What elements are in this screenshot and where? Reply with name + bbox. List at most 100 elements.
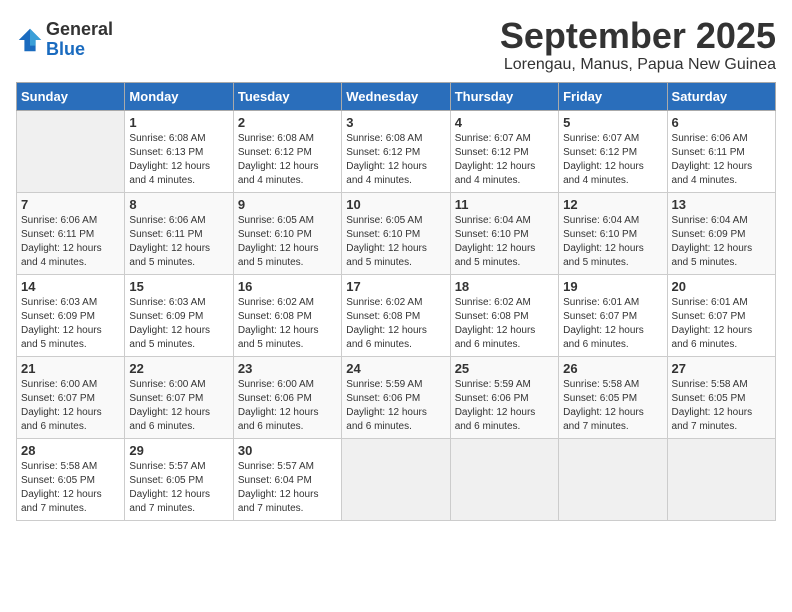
title-block: September 2025 Lorengau, Manus, Papua Ne… [500, 16, 776, 74]
day-number: 1 [129, 115, 228, 130]
calendar-cell [559, 438, 667, 520]
day-info: Sunrise: 6:02 AMSunset: 6:08 PMDaylight:… [238, 296, 337, 352]
calendar-cell: 29 Sunrise: 5:57 AMSunset: 6:05 PMDayligh… [125, 438, 233, 520]
day-number: 11 [455, 197, 554, 212]
calendar-cell: 13Sunrise: 6:04 AMSunset: 6:09 PMDayligh… [667, 192, 775, 274]
day-info: Sunrise: 6:06 AMSunset: 6:11 PMDaylight:… [129, 214, 228, 270]
day-info: Sunrise: 5:59 AMSunset: 6:06 PMDaylight:… [455, 378, 554, 434]
day-number: 6 [672, 115, 771, 130]
calendar-cell: 12 Sunrise: 6:04 AMSunset: 6:10 PMDayligh… [559, 192, 667, 274]
day-number: 4 [455, 115, 554, 130]
calendar-cell: 28Sunrise: 5:58 AMSunset: 6:05 PMDayligh… [17, 438, 125, 520]
day-number: 3 [346, 115, 445, 130]
calendar-cell: 21 Sunrise: 6:00 AMSunset: 6:07 PMDayligh… [17, 356, 125, 438]
calendar-cell: 7 Sunrise: 6:06 AMSunset: 6:11 PMDaylight… [17, 192, 125, 274]
calendar-cell: 19Sunrise: 6:01 AMSunset: 6:07 PMDayligh… [559, 274, 667, 356]
day-number: 30 [238, 443, 337, 458]
logo-general-text: General [46, 20, 113, 40]
day-info: Sunrise: 6:03 AMSunset: 6:09 PMDaylight:… [129, 296, 228, 352]
day-number: 17 [346, 279, 445, 294]
calendar-cell: 1 Sunrise: 6:08 AMSunset: 6:13 PMDaylight… [125, 110, 233, 192]
day-number: 16 [238, 279, 337, 294]
calendar-cell: 23 Sunrise: 6:00 AMSunset: 6:06 PMDayligh… [233, 356, 341, 438]
month-title: September 2025 [500, 16, 776, 56]
day-info: Sunrise: 6:02 AMSunset: 6:08 PMDaylight:… [455, 296, 554, 352]
day-number: 10 [346, 197, 445, 212]
calendar-cell: 14 Sunrise: 6:03 AMSunset: 6:09 PMDayligh… [17, 274, 125, 356]
day-info: Sunrise: 6:04 AMSunset: 6:09 PMDaylight:… [672, 214, 771, 270]
day-number: 21 [21, 361, 120, 376]
header-monday: Monday [125, 82, 233, 110]
calendar-cell: 4 Sunrise: 6:07 AMSunset: 6:12 PMDaylight… [450, 110, 558, 192]
day-number: 24 [346, 361, 445, 376]
day-info: Sunrise: 6:01 AMSunset: 6:07 PMDaylight:… [672, 296, 771, 352]
day-info: Sunrise: 6:06 AMSunset: 6:11 PMDaylight:… [21, 214, 120, 270]
day-number: 27 [672, 361, 771, 376]
day-number: 19 [563, 279, 662, 294]
calendar-cell: 16 Sunrise: 6:02 AMSunset: 6:08 PMDayligh… [233, 274, 341, 356]
calendar-header-row: SundayMondayTuesdayWednesdayThursdayFrid… [17, 82, 776, 110]
calendar-cell: 18 Sunrise: 6:02 AMSunset: 6:08 PMDayligh… [450, 274, 558, 356]
calendar-cell [450, 438, 558, 520]
logo: General Blue [16, 20, 113, 60]
day-info: Sunrise: 6:08 AMSunset: 6:13 PMDaylight:… [129, 132, 228, 188]
day-info: Sunrise: 6:00 AMSunset: 6:06 PMDaylight:… [238, 378, 337, 434]
calendar-cell: 10 Sunrise: 6:05 AMSunset: 6:10 PMDayligh… [342, 192, 450, 274]
calendar-cell: 22 Sunrise: 6:00 AMSunset: 6:07 PMDayligh… [125, 356, 233, 438]
header-sunday: Sunday [17, 82, 125, 110]
calendar-cell: 27 Sunrise: 5:58 AMSunset: 6:05 PMDayligh… [667, 356, 775, 438]
calendar-cell [342, 438, 450, 520]
day-info: Sunrise: 6:00 AMSunset: 6:07 PMDaylight:… [21, 378, 120, 434]
calendar-week-2: 7 Sunrise: 6:06 AMSunset: 6:11 PMDaylight… [17, 192, 776, 274]
calendar-cell: 2Sunrise: 6:08 AMSunset: 6:12 PMDaylight… [233, 110, 341, 192]
day-info: Sunrise: 5:58 AMSunset: 6:05 PMDaylight:… [672, 378, 771, 434]
day-info: Sunrise: 5:59 AMSunset: 6:06 PMDaylight:… [346, 378, 445, 434]
day-number: 23 [238, 361, 337, 376]
day-info: Sunrise: 6:04 AMSunset: 6:10 PMDaylight:… [563, 214, 662, 270]
day-info: Sunrise: 6:06 AMSunset: 6:11 PMDaylight:… [672, 132, 771, 188]
day-info: Sunrise: 6:05 AMSunset: 6:10 PMDaylight:… [346, 214, 445, 270]
location-text: Lorengau, Manus, Papua New Guinea [500, 56, 776, 74]
calendar-cell [17, 110, 125, 192]
calendar-cell: 20 Sunrise: 6:01 AMSunset: 6:07 PMDayligh… [667, 274, 775, 356]
day-info: Sunrise: 6:04 AMSunset: 6:10 PMDaylight:… [455, 214, 554, 270]
day-number: 20 [672, 279, 771, 294]
calendar-week-3: 14 Sunrise: 6:03 AMSunset: 6:09 PMDayligh… [17, 274, 776, 356]
day-info: Sunrise: 6:03 AMSunset: 6:09 PMDaylight:… [21, 296, 120, 352]
logo-blue-text: Blue [46, 40, 113, 60]
day-number: 5 [563, 115, 662, 130]
day-number: 15 [129, 279, 228, 294]
day-info: Sunrise: 6:08 AMSunset: 6:12 PMDaylight:… [346, 132, 445, 188]
calendar-cell: 30Sunrise: 5:57 AMSunset: 6:04 PMDayligh… [233, 438, 341, 520]
day-info: Sunrise: 6:07 AMSunset: 6:12 PMDaylight:… [455, 132, 554, 188]
day-number: 8 [129, 197, 228, 212]
day-number: 25 [455, 361, 554, 376]
day-info: Sunrise: 6:05 AMSunset: 6:10 PMDaylight:… [238, 214, 337, 270]
day-number: 2 [238, 115, 337, 130]
page-header: General Blue September 2025 Lorengau, Ma… [16, 16, 776, 74]
day-info: Sunrise: 6:07 AMSunset: 6:12 PMDaylight:… [563, 132, 662, 188]
header-wednesday: Wednesday [342, 82, 450, 110]
calendar-week-1: 1 Sunrise: 6:08 AMSunset: 6:13 PMDaylight… [17, 110, 776, 192]
day-number: 29 [129, 443, 228, 458]
calendar-cell: 15 Sunrise: 6:03 AMSunset: 6:09 PMDayligh… [125, 274, 233, 356]
calendar-cell: 24 Sunrise: 5:59 AMSunset: 6:06 PMDayligh… [342, 356, 450, 438]
calendar-cell: 5 Sunrise: 6:07 AMSunset: 6:12 PMDaylight… [559, 110, 667, 192]
header-tuesday: Tuesday [233, 82, 341, 110]
calendar-week-4: 21 Sunrise: 6:00 AMSunset: 6:07 PMDayligh… [17, 356, 776, 438]
calendar-cell [667, 438, 775, 520]
header-friday: Friday [559, 82, 667, 110]
day-number: 14 [21, 279, 120, 294]
day-info: Sunrise: 5:58 AMSunset: 6:05 PMDaylight:… [563, 378, 662, 434]
calendar-cell: 9Sunrise: 6:05 AMSunset: 6:10 PMDaylight… [233, 192, 341, 274]
day-info: Sunrise: 5:58 AMSunset: 6:05 PMDaylight:… [21, 460, 120, 516]
logo-text: General Blue [46, 20, 113, 60]
calendar-week-5: 28Sunrise: 5:58 AMSunset: 6:05 PMDayligh… [17, 438, 776, 520]
day-number: 18 [455, 279, 554, 294]
day-number: 7 [21, 197, 120, 212]
day-info: Sunrise: 5:57 AMSunset: 6:05 PMDaylight:… [129, 460, 228, 516]
day-info: Sunrise: 6:00 AMSunset: 6:07 PMDaylight:… [129, 378, 228, 434]
day-number: 12 [563, 197, 662, 212]
header-saturday: Saturday [667, 82, 775, 110]
day-number: 22 [129, 361, 228, 376]
